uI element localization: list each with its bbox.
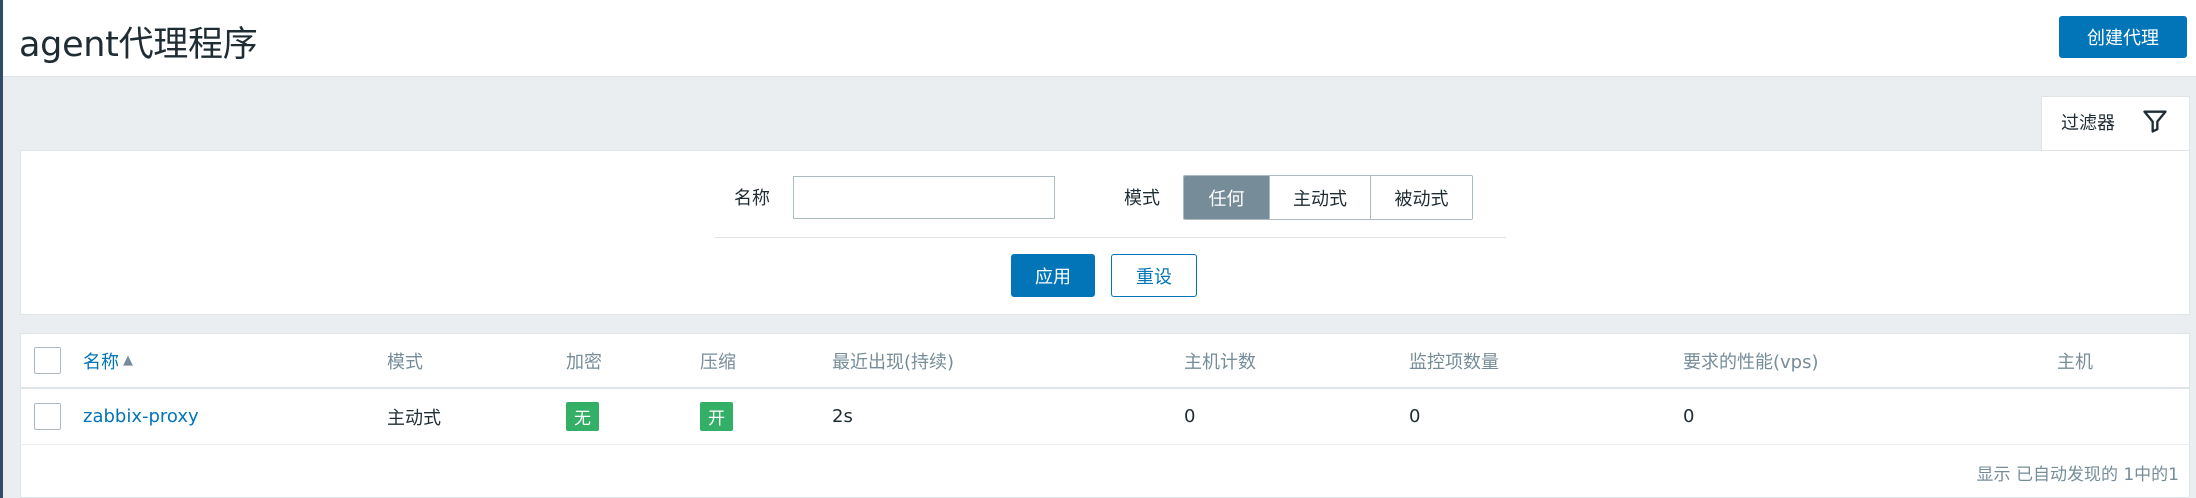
compression-status-badge: 开 xyxy=(700,402,733,431)
filter-divider xyxy=(715,237,1506,238)
filter-panel: 名称 模式 任何 主动式 被动式 应用 重设 xyxy=(20,150,2190,315)
compression-cell: 开 xyxy=(700,389,733,444)
mode-option-active[interactable]: 主动式 xyxy=(1270,176,1371,219)
table-row: zabbix-proxy 主动式 无 开 2s 0 0 0 xyxy=(21,389,2189,445)
column-header-hosts: 主机 xyxy=(2057,351,2093,373)
reset-button[interactable]: 重设 xyxy=(1111,254,1197,297)
column-header-mode: 模式 xyxy=(387,351,423,373)
filter-tab-label: 过滤器 xyxy=(2061,113,2115,134)
proxies-table: 名称 ▲ 模式 加密 压缩 最近出现(持续) 主机计数 监控项数量 要求的性能(… xyxy=(20,333,2190,498)
table-footer-count: 显示 已自动发现的 1中的1 xyxy=(1976,465,2179,485)
mode-filter-label: 模式 xyxy=(1124,188,1160,209)
filter-funnel-icon xyxy=(2143,110,2167,133)
create-proxy-button[interactable]: 创建代理 xyxy=(2059,16,2187,58)
encryption-cell: 无 xyxy=(566,389,599,444)
row-select-checkbox[interactable] xyxy=(34,403,61,430)
proxy-mode-cell: 主动式 xyxy=(387,407,441,429)
mode-option-passive[interactable]: 被动式 xyxy=(1371,176,1472,219)
column-header-encryption: 加密 xyxy=(566,351,602,373)
column-header-compression: 压缩 xyxy=(700,351,736,373)
proxy-name-link[interactable]: zabbix-proxy xyxy=(83,406,199,427)
table-header-row: 名称 ▲ 模式 加密 压缩 最近出现(持续) 主机计数 监控项数量 要求的性能(… xyxy=(21,334,2189,389)
name-filter-input[interactable] xyxy=(793,176,1055,219)
mode-filter-segmented: 任何 主动式 被动式 xyxy=(1183,175,1473,220)
encryption-status-badge: 无 xyxy=(566,402,599,431)
column-header-last-seen: 最近出现(持续) xyxy=(832,351,955,373)
column-header-name[interactable]: 名称 ▲ xyxy=(83,334,133,387)
mode-option-any[interactable]: 任何 xyxy=(1184,176,1270,219)
sort-ascending-icon: ▲ xyxy=(123,353,133,368)
column-header-host-count: 主机计数 xyxy=(1184,351,1256,373)
name-filter-label: 名称 xyxy=(734,188,770,209)
page-title: agent代理程序 xyxy=(19,25,258,65)
page-header: agent代理程序 创建代理 xyxy=(3,0,2196,77)
item-count-cell: 0 xyxy=(1409,406,1421,427)
last-seen-cell: 2s xyxy=(832,406,853,427)
filter-tab[interactable]: 过滤器 xyxy=(2041,96,2190,151)
proxy-name-cell: zabbix-proxy xyxy=(83,389,199,444)
required-performance-cell: 0 xyxy=(1683,406,1695,427)
select-all-checkbox[interactable] xyxy=(34,347,61,374)
column-header-item-count: 监控项数量 xyxy=(1409,351,1499,373)
sort-by-name-link[interactable]: 名称 xyxy=(83,348,119,374)
column-header-required-performance: 要求的性能(vps) xyxy=(1683,351,1819,373)
apply-button[interactable]: 应用 xyxy=(1011,254,1095,297)
host-count-cell: 0 xyxy=(1184,406,1196,427)
